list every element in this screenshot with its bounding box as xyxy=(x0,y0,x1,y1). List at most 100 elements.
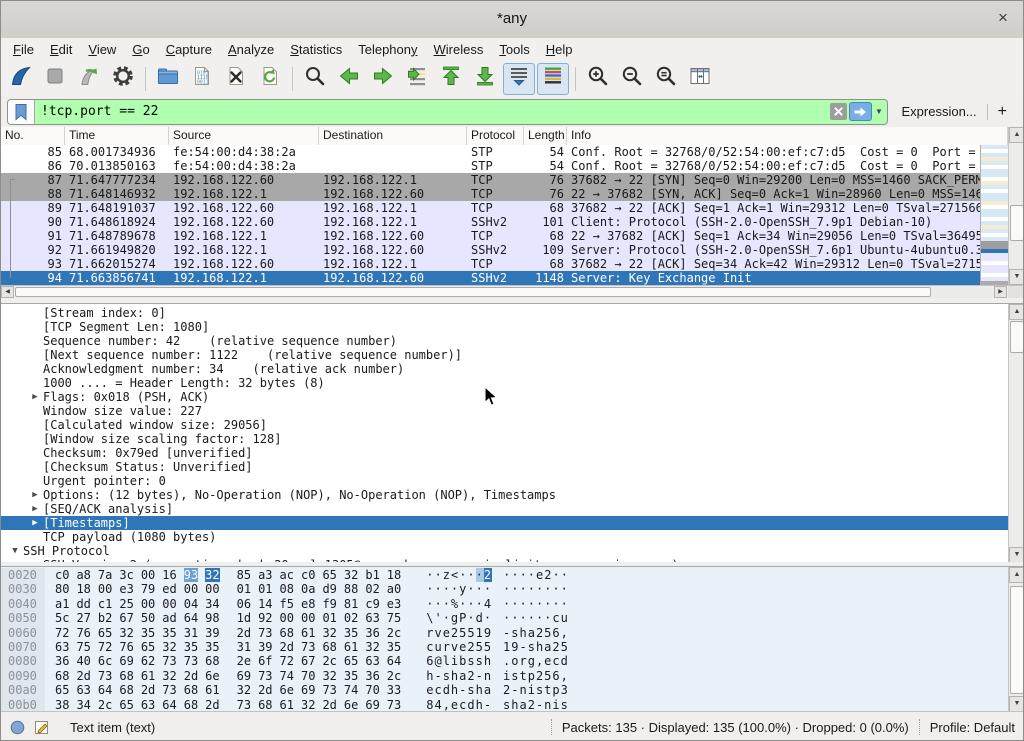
hex-byte[interactable]: 61 xyxy=(301,626,315,640)
hex-byte[interactable]: 64 xyxy=(184,611,198,625)
hex-byte[interactable]: 67 xyxy=(119,611,133,625)
hex-byte[interactable]: a3 xyxy=(258,568,272,582)
hex-byte[interactable]: 34 xyxy=(205,597,219,611)
column-header-info[interactable]: Info xyxy=(567,127,1008,145)
hex-byte[interactable]: 00 xyxy=(301,611,315,625)
hex-byte[interactable]: 01 xyxy=(237,582,251,596)
packet-row-87[interactable]: 8771.647777234192.168.122.60192.168.122.… xyxy=(1,173,980,187)
expander-closed-icon[interactable]: ▶ xyxy=(27,516,43,530)
hex-row-0090[interactable]: 0090682d736861322d6e697374703235362ch-sh… xyxy=(1,669,1008,683)
menu-telephony[interactable]: Telephony xyxy=(350,39,425,61)
file-save-button[interactable]: 010111100011 xyxy=(186,63,218,95)
hex-byte[interactable]: 35 xyxy=(344,626,358,640)
go-to-packet-button[interactable] xyxy=(401,63,433,95)
detail-line[interactable]: [Calculated window size: 29056] xyxy=(1,418,1008,432)
column-header-destination[interactable]: Destination xyxy=(319,127,467,145)
capture-options-button[interactable] xyxy=(107,63,139,95)
expander-closed-icon[interactable]: ▶ xyxy=(27,502,43,516)
hex-byte[interactable]: a1 xyxy=(55,597,69,611)
hex-byte[interactable]: 16 xyxy=(162,568,176,582)
hex-byte[interactable]: 00 xyxy=(98,582,112,596)
hex-byte[interactable]: 72 xyxy=(98,640,112,654)
hex-byte[interactable]: 68 xyxy=(322,640,336,654)
hex-byte[interactable]: 39 xyxy=(205,626,219,640)
expander-closed-icon[interactable]: ▶ xyxy=(27,390,43,404)
hex-byte[interactable]: 63 xyxy=(76,683,90,697)
hex-byte[interactable]: 2c xyxy=(322,654,336,668)
hex-byte[interactable]: 68 xyxy=(258,698,272,712)
hex-byte[interactable]: 18 xyxy=(387,568,401,582)
menu-statistics[interactable]: Statistics xyxy=(282,39,350,61)
menu-go[interactable]: Go xyxy=(124,39,157,61)
scroll-thumb[interactable] xyxy=(1010,321,1024,353)
hex-byte[interactable]: 64 xyxy=(98,683,112,697)
file-reload-button[interactable] xyxy=(254,63,286,95)
hex-byte[interactable]: dd xyxy=(76,597,90,611)
detail-line[interactable]: ▶[SEQ/ACK analysis] xyxy=(1,502,1008,516)
hex-byte[interactable]: 63 xyxy=(365,611,379,625)
hex-byte[interactable]: 76 xyxy=(76,626,90,640)
hex-byte[interactable]: 2c xyxy=(387,626,401,640)
hex-byte[interactable]: 65 xyxy=(141,640,155,654)
packet-row-88[interactable]: 8871.648146932192.168.122.1192.168.122.6… xyxy=(1,187,980,201)
resize-columns-button[interactable] xyxy=(684,63,716,95)
hex-byte[interactable]: 76 xyxy=(119,640,133,654)
go-last-button[interactable] xyxy=(469,63,501,95)
hex-byte[interactable]: 73 xyxy=(387,698,401,712)
hex-byte[interactable]: 68 xyxy=(280,626,294,640)
find-packet-button[interactable] xyxy=(299,63,331,95)
hex-byte[interactable]: 02 xyxy=(344,611,358,625)
hex-byte[interactable]: 75 xyxy=(387,611,401,625)
hex-byte[interactable]: a8 xyxy=(76,568,90,582)
hex-byte[interactable]: 01 xyxy=(322,611,336,625)
hex-byte[interactable]: c0 xyxy=(301,568,315,582)
scroll-down-arrow[interactable]: ▼ xyxy=(1009,269,1024,285)
hex-byte[interactable]: 00 xyxy=(162,597,176,611)
menu-help[interactable]: Help xyxy=(538,39,581,61)
hex-byte[interactable]: 7a xyxy=(98,568,112,582)
zoom-in-button[interactable] xyxy=(582,63,614,95)
details-vscrollbar[interactable]: ▲ ▼ xyxy=(1008,304,1024,563)
hex-byte[interactable]: 73 xyxy=(258,669,272,683)
hex-byte[interactable]: 31 xyxy=(184,626,198,640)
hex-byte[interactable]: 69 xyxy=(365,698,379,712)
detail-line[interactable]: [Stream index: 0] xyxy=(1,306,1008,320)
hex-byte[interactable]: 61 xyxy=(344,640,358,654)
hex-byte[interactable]: 2d xyxy=(258,683,272,697)
intelligent-scrollbar-minimap[interactable] xyxy=(980,145,1009,285)
packet-row-93[interactable]: 9371.662015274192.168.122.60192.168.122.… xyxy=(1,257,980,271)
hex-byte[interactable]: 65 xyxy=(344,654,358,668)
hex-byte[interactable]: 32 xyxy=(237,683,251,697)
hex-byte[interactable]: 61 xyxy=(280,698,294,712)
hex-byte[interactable]: 68 xyxy=(119,683,133,697)
hex-byte[interactable]: 2c xyxy=(98,698,112,712)
detail-line[interactable]: Sequence number: 42 (relative sequence n… xyxy=(1,334,1008,348)
hex-byte[interactable]: 73 xyxy=(258,626,272,640)
packet-row-85[interactable]: 8568.001734936fe:54:00:d4:38:2aSTP54Conf… xyxy=(1,145,980,159)
hex-byte[interactable]: 73 xyxy=(98,669,112,683)
menu-edit[interactable]: Edit xyxy=(42,39,80,61)
hex-byte[interactable]: 69 xyxy=(119,654,133,668)
hex-byte[interactable]: 93 xyxy=(184,568,198,582)
hex-byte[interactable]: 2d xyxy=(237,626,251,640)
hex-byte[interactable]: 61 xyxy=(141,669,155,683)
hex-byte[interactable]: 50 xyxy=(141,611,155,625)
hex-byte[interactable]: 2d xyxy=(280,640,294,654)
hex-byte[interactable]: e3 xyxy=(119,582,133,596)
packet-row-86[interactable]: 8670.013850163fe:54:00:d4:38:2aSTP54Conf… xyxy=(1,159,980,173)
capture-start-button[interactable] xyxy=(5,63,37,95)
hex-byte[interactable]: 65 xyxy=(98,626,112,640)
hex-byte[interactable]: c0 xyxy=(55,568,69,582)
hex-byte[interactable]: 73 xyxy=(184,654,198,668)
hex-row-0040[interactable]: 0040a1ddc125000004340614f5e8f981c9e3···%… xyxy=(1,597,1008,611)
expression-button[interactable]: Expression... xyxy=(888,104,987,119)
detail-line[interactable]: Acknowledgment number: 34 (relative ack … xyxy=(1,362,1008,376)
go-forward-button[interactable] xyxy=(367,63,399,95)
hex-byte[interactable]: 35 xyxy=(162,626,176,640)
hex-byte[interactable]: 72 xyxy=(280,654,294,668)
column-header-no[interactable]: No. xyxy=(1,127,65,145)
hex-byte[interactable]: 64 xyxy=(162,698,176,712)
hex-byte[interactable]: 70 xyxy=(301,669,315,683)
hex-byte[interactable]: 2d xyxy=(76,669,90,683)
filter-add-button[interactable]: + xyxy=(988,103,1017,121)
